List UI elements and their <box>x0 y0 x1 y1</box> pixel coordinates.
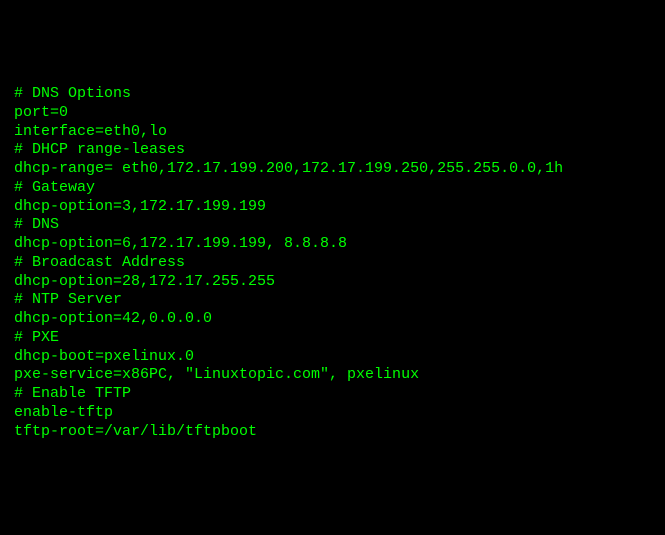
terminal-config-output: # DNS Optionsport=0interface=eth0,lo# DH… <box>14 85 651 441</box>
config-line: port=0 <box>14 104 651 123</box>
config-line: enable-tftp <box>14 404 651 423</box>
config-comment: # Gateway <box>14 179 651 198</box>
config-comment: # DHCP range-leases <box>14 141 651 160</box>
config-comment: # NTP Server <box>14 291 651 310</box>
config-line: dhcp-option=3,172.17.199.199 <box>14 198 651 217</box>
config-line: dhcp-option=28,172.17.255.255 <box>14 273 651 292</box>
config-comment: # DNS Options <box>14 85 651 104</box>
config-comment: # DNS <box>14 216 651 235</box>
config-line: dhcp-option=42,0.0.0.0 <box>14 310 651 329</box>
config-comment: # Enable TFTP <box>14 385 651 404</box>
config-line: dhcp-boot=pxelinux.0 <box>14 348 651 367</box>
config-line: dhcp-range= eth0,172.17.199.200,172.17.1… <box>14 160 651 179</box>
config-comment: # Broadcast Address <box>14 254 651 273</box>
config-line: interface=eth0,lo <box>14 123 651 142</box>
config-line: dhcp-option=6,172.17.199.199, 8.8.8.8 <box>14 235 651 254</box>
config-line: pxe-service=x86PC, "Linuxtopic.com", pxe… <box>14 366 651 385</box>
config-comment: # PXE <box>14 329 651 348</box>
config-line: tftp-root=/var/lib/tftpboot <box>14 423 651 442</box>
